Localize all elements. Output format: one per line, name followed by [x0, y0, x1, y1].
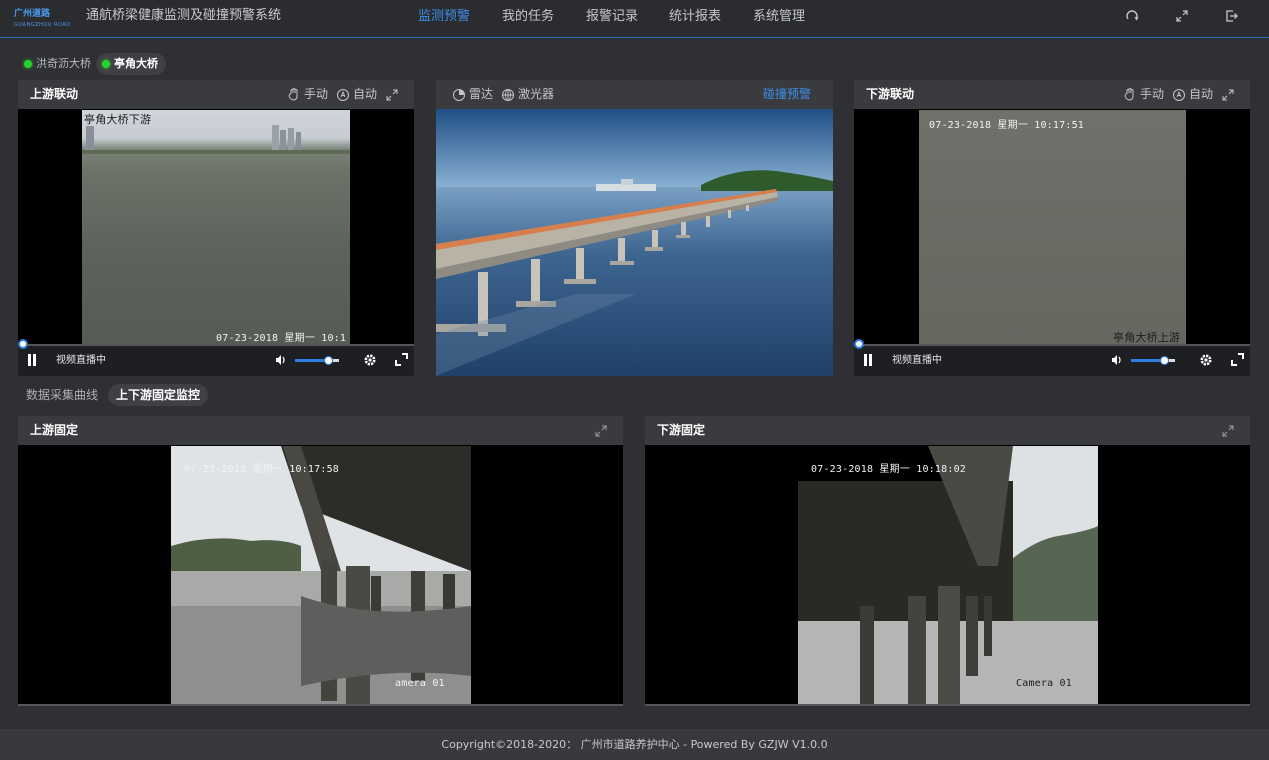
downstream-fixed-panel: 下游固定 07-23-2018 星期一 10:18:02 Camera 01 — [645, 416, 1250, 706]
volume-icon[interactable] — [1111, 354, 1123, 366]
tab-data-curves[interactable]: 数据采集曲线 — [26, 384, 106, 406]
under-bridge-view — [171, 446, 471, 706]
video-status: 视频直播中 — [56, 355, 106, 366]
panel-header: 上游联动 手动 自动 — [18, 80, 414, 109]
player-controls: 视频直播中 — [18, 339, 414, 376]
app-title: 通航桥梁健康监测及碰撞预警系统 — [86, 8, 282, 23]
volume-slider[interactable] — [295, 356, 339, 365]
progress-track[interactable] — [854, 344, 1250, 346]
pause-icon[interactable] — [27, 354, 37, 366]
bridge-tab-label: 亭角大桥 — [114, 57, 158, 70]
pause-icon[interactable] — [863, 354, 873, 366]
nav-statistics[interactable]: 统计报表 — [669, 9, 721, 25]
fullscreen-video-icon[interactable] — [1231, 353, 1244, 366]
video-timestamp: 07-23-2018 星期一 10:18:02 — [811, 464, 967, 475]
expand-icon[interactable] — [594, 424, 608, 438]
radar-icon — [453, 89, 465, 101]
auto-control-button[interactable]: 自动 — [1189, 87, 1213, 102]
auto-icon — [1173, 89, 1185, 101]
volume-handle[interactable] — [1160, 356, 1169, 365]
volume-slider[interactable] — [1131, 356, 1175, 365]
manual-control-button[interactable]: 手动 — [304, 87, 328, 102]
nav-system-management[interactable]: 系统管理 — [753, 9, 805, 25]
logout-icon[interactable] — [1223, 8, 1239, 24]
collision-warning-link[interactable]: 碰撞预警 — [763, 87, 811, 102]
settings-gear-icon[interactable] — [363, 353, 377, 367]
nav-monitoring[interactable]: 监测预警 — [418, 9, 470, 25]
fullscreen-video-icon[interactable] — [395, 353, 408, 366]
fullscreen-icon[interactable] — [1174, 8, 1190, 24]
logo-text: 广州道路 — [14, 9, 51, 19]
upstream-linked-panel: 上游联动 手动 自动 亭角大桥下游 07-23-2018 星期一 10:1 视频… — [18, 80, 414, 376]
volume-icon[interactable] — [275, 354, 287, 366]
progress-handle[interactable] — [18, 339, 28, 349]
panel-bottom-rule — [645, 704, 1250, 706]
nav-alarm-records[interactable]: 报警记录 — [586, 9, 638, 25]
panel-bottom-rule — [18, 704, 623, 706]
online-status-dot — [24, 60, 32, 68]
expand-icon[interactable] — [385, 88, 399, 102]
hand-icon — [1124, 88, 1134, 101]
panel-title: 下游联动 — [866, 87, 915, 101]
panel-header: 上游固定 — [18, 416, 623, 445]
auto-icon — [337, 89, 349, 101]
footer: Copyright©2018-2020： 广州市道路养护中心 - Powered… — [0, 729, 1269, 760]
refresh-icon[interactable] — [1124, 8, 1140, 24]
camera-overlay-label: 亭角大桥下游 — [84, 113, 152, 126]
video-timestamp: 07-23-2018 星期一 10:17:58 — [184, 464, 340, 475]
nav-my-tasks[interactable]: 我的任务 — [502, 9, 554, 25]
app-header: 广州道路 GUANGZHOU ROAD 通航桥梁健康监测及碰撞预警系统 监测预警… — [0, 0, 1269, 38]
upstream-camera-feed: 亭角大桥下游 07-23-2018 星期一 10:1 — [82, 110, 350, 344]
panel-title: 上游固定 — [30, 423, 79, 437]
laser-icon — [502, 89, 514, 101]
manual-control-button[interactable]: 手动 — [1140, 87, 1164, 102]
bridge-tab-label: 洪奇沥大桥 — [36, 57, 91, 70]
camera-overlay-label: 亭角大桥上游 — [1113, 331, 1181, 344]
upstream-fixed-panel: 上游固定 07-23-2018 星期一 10:17:58 amera 01 — [18, 416, 623, 706]
hand-icon — [288, 88, 298, 101]
bridge-tab-hongqili[interactable]: 洪奇沥大桥 — [18, 53, 99, 75]
panel-title: 下游固定 — [657, 423, 706, 437]
panel-header: 下游固定 — [645, 416, 1250, 445]
camera-label: amera 01 — [395, 678, 445, 689]
downstream-fixed-camera-feed: 07-23-2018 星期一 10:18:02 Camera 01 — [798, 446, 1098, 706]
panel-header: 下游联动 手动 自动 — [854, 80, 1250, 109]
under-bridge-view — [798, 446, 1098, 706]
video-status: 视频直播中 — [892, 355, 942, 366]
radar-label[interactable]: 雷达 — [469, 87, 493, 102]
laser-label[interactable]: 激光器 — [518, 87, 554, 102]
upstream-fixed-camera-feed: 07-23-2018 星期一 10:17:58 amera 01 — [171, 446, 471, 706]
expand-icon[interactable] — [1221, 88, 1235, 102]
downstream-linked-panel: 下游联动 手动 自动 07-23-2018 星期一 10:17:51 亭角大桥上… — [854, 80, 1250, 376]
bridge-3d-scene[interactable] — [436, 109, 833, 376]
copyright-text: Copyright©2018-2020： 广州市道路养护中心 - Powered… — [441, 738, 828, 751]
logo: 广州道路 GUANGZHOU ROAD — [14, 5, 76, 31]
panel-title: 上游联动 — [30, 87, 79, 101]
bridge-tab-tingjiao[interactable]: 亭角大桥 — [96, 53, 166, 75]
expand-icon[interactable] — [1221, 424, 1235, 438]
player-controls: 视频直播中 — [854, 339, 1250, 376]
auto-control-button[interactable]: 自动 — [353, 87, 377, 102]
tab-fixed-monitoring[interactable]: 上下游固定监控 — [108, 384, 209, 406]
progress-handle[interactable] — [854, 339, 864, 349]
video-timestamp: 07-23-2018 星期一 10:1 — [216, 333, 347, 344]
downstream-camera-feed: 07-23-2018 星期一 10:17:51 亭角大桥上游 — [919, 110, 1186, 344]
bridge-3d-render — [436, 109, 833, 376]
panel-header: 雷达 激光器 碰撞预警 — [436, 80, 833, 109]
settings-gear-icon[interactable] — [1199, 353, 1213, 367]
video-timestamp: 07-23-2018 星期一 10:17:51 — [929, 120, 1085, 131]
bridge-3d-panel: 雷达 激光器 碰撞预警 — [436, 80, 833, 376]
volume-handle[interactable] — [324, 356, 333, 365]
progress-track[interactable] — [18, 344, 414, 346]
logo-subtext: GUANGZHOU ROAD — [14, 22, 71, 28]
online-status-dot — [102, 60, 110, 68]
camera-label: Camera 01 — [1016, 678, 1072, 689]
